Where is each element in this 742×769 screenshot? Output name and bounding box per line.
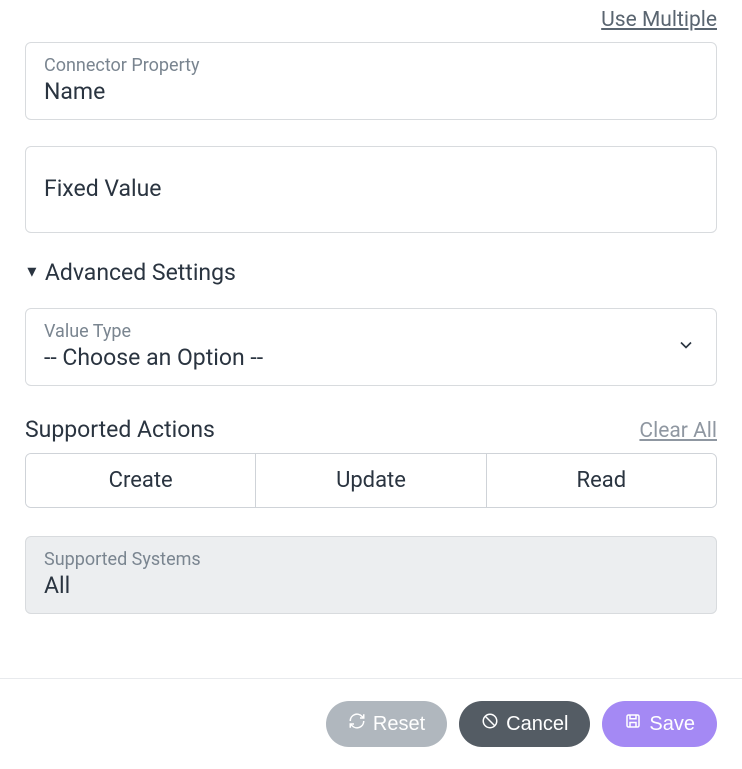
cancel-label: Cancel: [506, 713, 568, 736]
cancel-icon: [481, 712, 499, 736]
value-type-select[interactable]: Value Type -- Choose an Option --: [25, 308, 717, 386]
connector-property-field[interactable]: Connector Property Name: [25, 42, 717, 120]
supported-systems-value: All: [44, 572, 698, 599]
disclosure-triangle-icon: ▼: [24, 262, 39, 281]
supported-systems-field: Supported Systems All: [25, 536, 717, 614]
reset-button[interactable]: Reset: [326, 701, 447, 747]
save-label: Save: [649, 713, 695, 736]
supported-actions-title: Supported Actions: [25, 416, 215, 443]
action-create-button[interactable]: Create: [26, 454, 255, 507]
advanced-settings-title: Advanced Settings: [45, 259, 236, 286]
value-type-value: -- Choose an Option --: [44, 344, 698, 371]
advanced-settings-toggle[interactable]: ▼ Advanced Settings: [25, 259, 717, 286]
refresh-icon: [348, 712, 366, 736]
connector-property-value: Name: [44, 78, 698, 105]
chevron-down-icon: [676, 335, 696, 359]
connector-property-label: Connector Property: [44, 55, 698, 76]
cancel-button[interactable]: Cancel: [459, 701, 590, 747]
supported-actions-group: Create Update Read: [25, 453, 717, 508]
clear-all-link[interactable]: Clear All: [639, 419, 717, 443]
value-type-label: Value Type: [44, 321, 698, 342]
reset-label: Reset: [373, 713, 425, 736]
fixed-value-field[interactable]: Fixed Value: [25, 146, 717, 233]
supported-systems-label: Supported Systems: [44, 549, 698, 570]
use-multiple-link[interactable]: Use Multiple: [601, 8, 717, 32]
fixed-value-text: Fixed Value: [44, 175, 698, 202]
footer-buttons: Reset Cancel Save: [0, 678, 742, 769]
save-icon: [624, 712, 642, 736]
save-button[interactable]: Save: [602, 701, 717, 747]
action-update-button[interactable]: Update: [255, 454, 485, 507]
action-read-button[interactable]: Read: [486, 454, 716, 507]
